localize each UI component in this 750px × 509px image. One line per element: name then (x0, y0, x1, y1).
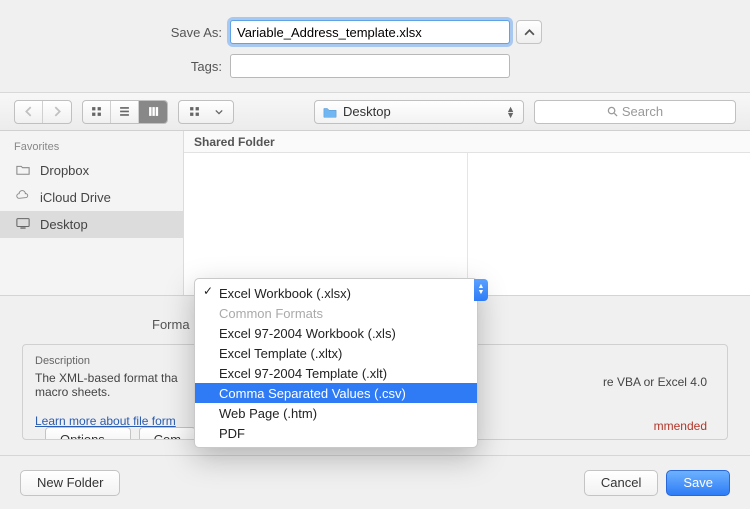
save-button[interactable]: Save (666, 470, 730, 496)
sidebar: Favorites Dropbox iCloud Drive Desktop (0, 131, 184, 295)
list-icon (119, 106, 130, 117)
view-column-button[interactable] (139, 101, 167, 123)
cloud-icon (14, 189, 32, 206)
grid-small-icon (189, 106, 200, 117)
menu-item-pdf[interactable]: PDF (195, 423, 477, 443)
folder-popup[interactable]: Desktop ▲▼ (314, 100, 524, 124)
tags-label: Tags: (40, 59, 230, 74)
chevron-down-icon (215, 108, 223, 116)
description-right-fragment: re VBA or Excel 4.0 (603, 375, 707, 389)
sidebar-item-desktop[interactable]: Desktop (0, 211, 183, 238)
finder-toolbar: Desktop ▲▼ Search (0, 93, 750, 131)
tags-field[interactable] (230, 54, 510, 78)
cancel-button[interactable]: Cancel (584, 470, 658, 496)
desktop-icon (14, 216, 32, 233)
menu-section-common: Common Formats (195, 303, 477, 323)
group-by-control (178, 100, 234, 124)
description-text: The XML-based format tha (35, 371, 178, 385)
nav-back-button[interactable] (15, 101, 43, 123)
menu-item-xltx[interactable]: Excel Template (.xltx) (195, 343, 477, 363)
saveas-label: Save As: (40, 25, 230, 40)
menu-item-xlsx[interactable]: Excel Workbook (.xlsx) (195, 283, 477, 303)
learn-more-link[interactable]: Learn more about file form (35, 414, 176, 428)
menu-item-xlt[interactable]: Excel 97-2004 Template (.xlt) (195, 363, 477, 383)
sidebar-item-label: Desktop (40, 217, 88, 232)
view-segmented-control (82, 100, 168, 124)
columns-icon (148, 106, 159, 117)
search-field[interactable]: Search (534, 100, 736, 124)
folder-icon (323, 105, 337, 119)
sidebar-header: Favorites (0, 137, 183, 157)
chevron-up-icon (524, 27, 535, 38)
search-icon (607, 106, 618, 117)
sidebar-item-dropbox[interactable]: Dropbox (0, 157, 183, 184)
recommended-fragment: mmended (654, 419, 707, 433)
menu-item-csv[interactable]: Comma Separated Values (.csv) (195, 383, 477, 403)
search-placeholder: Search (622, 104, 663, 119)
description-text-2: macro sheets. (35, 385, 110, 399)
folder-icon (14, 162, 32, 179)
view-icon-button[interactable] (83, 101, 111, 123)
saveas-field[interactable] (230, 20, 510, 44)
updown-icon: ▲▼ (506, 106, 515, 118)
chevron-left-icon (23, 106, 34, 117)
menu-item-htm[interactable]: Web Page (.htm) (195, 403, 477, 423)
folder-popup-label: Desktop (343, 104, 391, 119)
sidebar-item-label: iCloud Drive (40, 190, 111, 205)
grid-icon (91, 106, 102, 117)
nav-segmented-control (14, 100, 72, 124)
file-format-label: Forma (152, 317, 190, 332)
new-folder-button[interactable]: New Folder (20, 470, 120, 496)
expand-toggle-button[interactable] (516, 20, 542, 44)
compatibility-button[interactable]: Com (139, 427, 196, 440)
sidebar-item-label: Dropbox (40, 163, 89, 178)
nav-forward-button[interactable] (43, 101, 71, 123)
file-format-menu[interactable]: ▲▼ Excel Workbook (.xlsx) Common Formats… (194, 278, 478, 448)
view-list-button[interactable] (111, 101, 139, 123)
group-by-button[interactable] (179, 101, 233, 123)
menu-item-xls[interactable]: Excel 97-2004 Workbook (.xls) (195, 323, 477, 343)
options-button[interactable]: Options... (45, 427, 131, 440)
chevron-right-icon (52, 106, 63, 117)
column-header: Shared Folder (184, 131, 750, 153)
column-2[interactable] (468, 153, 750, 295)
column-browser[interactable]: Shared Folder (184, 131, 750, 295)
column-1[interactable] (184, 153, 468, 295)
sidebar-item-icloud[interactable]: iCloud Drive (0, 184, 183, 211)
